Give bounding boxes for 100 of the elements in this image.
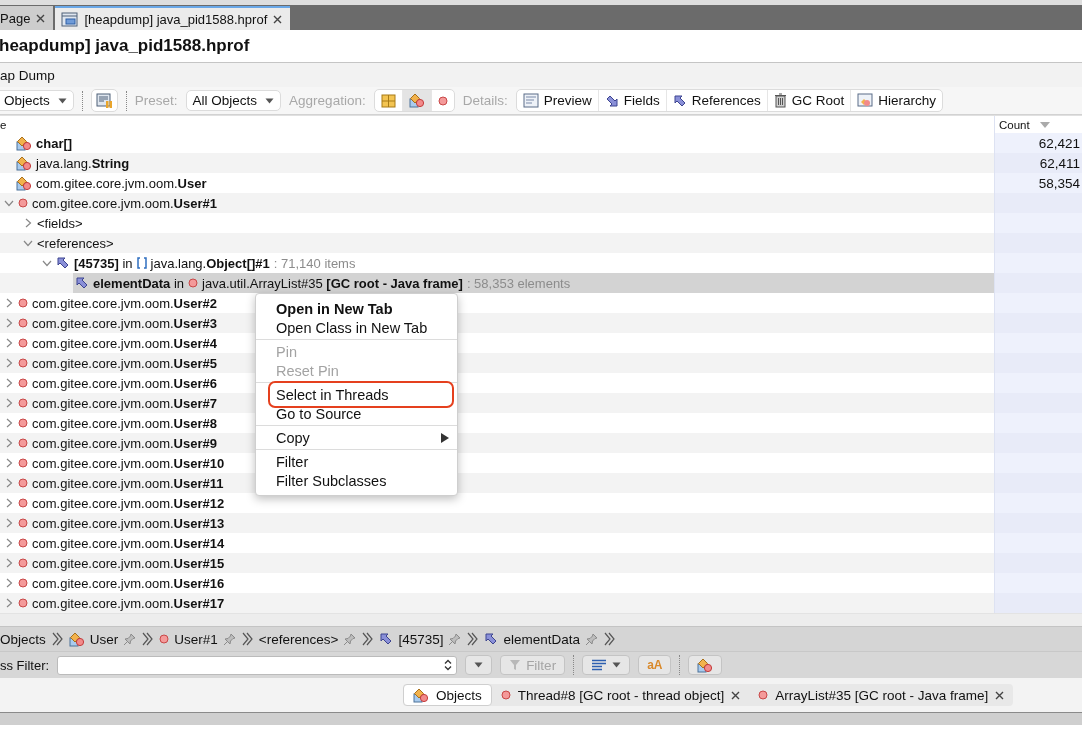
tree-row[interactable]: com.gitee.core.jvm.oom.User#15 [16, 553, 225, 573]
menu-item[interactable]: Filter [256, 452, 457, 471]
tree-row[interactable]: com.gitee.core.jvm.oom.User#3 [16, 313, 217, 333]
result-tab[interactable]: Objects [403, 684, 492, 706]
tree-row[interactable]: com.gitee.core.jvm.oom.User#2 [16, 293, 217, 313]
arrow-icon [604, 93, 619, 108]
chevron-down-icon[interactable] [42, 259, 52, 267]
pin-icon[interactable] [222, 632, 236, 646]
chevron-right-icon[interactable] [5, 398, 13, 408]
document-icon [522, 93, 539, 108]
tree-row[interactable]: java.lang.String [14, 153, 130, 173]
tree-row[interactable]: com.gitee.core.jvm.oom.User#10 [16, 453, 225, 473]
tree-row[interactable]: com.gitee.core.jvm.oom.User#11 [16, 473, 224, 493]
editor-tab[interactable]: Page [0, 6, 54, 30]
shapes-icon [16, 155, 32, 171]
details-toggle[interactable]: GC Root [767, 90, 852, 111]
chevron-right-icon[interactable] [5, 338, 13, 348]
tree-row[interactable]: com.gitee.core.jvm.oom.User#7 [16, 393, 217, 413]
tree-row[interactable]: com.gitee.core.jvm.oom.User#12 [16, 493, 225, 513]
chevron-right-icon[interactable] [5, 578, 13, 588]
tree-row[interactable]: com.gitee.core.jvm.oom.User#8 [16, 413, 217, 433]
breadcrumb-item[interactable]: [45735] [379, 631, 444, 647]
breadcrumb-item[interactable]: <references> [258, 631, 339, 647]
chevron-down-icon[interactable] [4, 199, 14, 207]
details-toggle[interactable]: Hierarchy [851, 90, 943, 111]
chevron-right-icon[interactable] [24, 218, 32, 228]
view-dropdown[interactable]: Objects [0, 90, 74, 111]
column-header[interactable]: Count [999, 118, 1030, 131]
instance-name: com.gitee.core.jvm.oom.User#17 [32, 595, 225, 611]
tree-row[interactable]: com.gitee.core.jvm.oom.User [14, 173, 207, 193]
breadcrumb-item[interactable]: elementData [484, 631, 580, 647]
preset-dropdown[interactable]: All Objects [185, 90, 282, 111]
breadcrumb-item[interactable]: User#1 [159, 631, 218, 647]
chevron-down-icon[interactable] [23, 239, 33, 247]
dot-icon [18, 438, 28, 448]
close-icon[interactable] [273, 14, 283, 24]
menu-item[interactable]: Go to Source [256, 404, 457, 423]
chevron-right-icon[interactable] [5, 298, 13, 308]
breadcrumb-item[interactable]: Objects [0, 631, 46, 647]
tree-row[interactable]: elementData in java.util.ArrayList#35 [GC root - Java frame] : 58,353 elements [73, 273, 994, 293]
sort-icon[interactable] [1039, 121, 1050, 128]
menu-item[interactable]: Copy [256, 428, 457, 447]
result-tab[interactable]: ArrayList#35 [GC root - Java frame] [749, 684, 1014, 706]
close-icon[interactable] [995, 690, 1005, 700]
chevron-right-icon[interactable] [5, 438, 13, 448]
class-filter-button[interactable] [688, 655, 723, 675]
tree-row[interactable]: com.gitee.core.jvm.oom.User#16 [16, 573, 225, 593]
tree-row[interactable]: [45735] in java.lang.Object[]#1 : 71,140 items [54, 253, 356, 273]
window-icon [61, 11, 79, 27]
breadcrumb-item[interactable]: User [68, 631, 119, 647]
tree-row[interactable]: com.gitee.core.jvm.oom.User#1 [16, 193, 217, 213]
pin-icon[interactable] [448, 632, 462, 646]
count-cell: 62,411 [994, 153, 1082, 173]
tree-row[interactable]: com.gitee.core.jvm.oom.User#14 [16, 533, 225, 553]
details-toggle[interactable]: Fields [598, 90, 667, 111]
heap-button[interactable] [90, 89, 118, 112]
arrow-icon [672, 93, 687, 108]
tree-row[interactable]: com.gitee.core.jvm.oom.User#4 [16, 333, 217, 353]
editor-tab[interactable]: [heapdump] java_pid1588.hprof [55, 6, 291, 30]
menu-item[interactable]: Filter Subclasses [256, 471, 457, 490]
chevron-right-icon[interactable] [5, 418, 13, 428]
column-header[interactable]: e [0, 118, 7, 131]
chevron-right-icon[interactable] [5, 518, 13, 528]
filter-field[interactable] [57, 655, 458, 675]
pin-icon[interactable] [123, 632, 137, 646]
tree-row[interactable]: <references> [35, 233, 114, 253]
tree-row[interactable]: com.gitee.core.jvm.oom.User#9 [16, 433, 217, 453]
menu-item[interactable]: Open in New Tab [256, 299, 457, 318]
chevron-right-icon[interactable] [5, 598, 13, 608]
details-toggle[interactable]: Preview [516, 90, 599, 111]
close-icon[interactable] [731, 690, 741, 700]
instance-name: com.gitee.core.jvm.oom.User#10 [32, 455, 225, 471]
tree-row[interactable]: com.gitee.core.jvm.oom.User#5 [16, 353, 217, 373]
close-icon[interactable] [36, 13, 46, 23]
chevron-right-icon[interactable] [5, 458, 13, 468]
history-dropdown[interactable] [465, 655, 493, 675]
columns-dropdown[interactable] [582, 655, 631, 675]
tree-row[interactable]: com.gitee.core.jvm.oom.User#6 [16, 373, 217, 393]
instance-name: com.gitee.core.jvm.oom.User#7 [32, 395, 217, 411]
result-tab[interactable]: Thread#8 [GC root - thread object] [491, 684, 750, 706]
details-toggle[interactable]: References [666, 90, 768, 111]
shapes-icon [68, 631, 85, 647]
tree-row[interactable]: char[] [14, 133, 73, 153]
tree-row[interactable]: com.gitee.core.jvm.oom.User#17 [16, 593, 225, 613]
chevron-right-icon[interactable] [5, 318, 13, 328]
chevron-right-icon[interactable] [5, 378, 13, 388]
chevron-right-icon[interactable] [5, 498, 13, 508]
pin-icon[interactable] [585, 632, 598, 646]
chevron-right-icon[interactable] [5, 558, 13, 568]
count-cell: 62,421 [994, 133, 1082, 153]
tree-row[interactable]: <fields> [35, 213, 83, 233]
tree-row[interactable]: com.gitee.core.jvm.oom.User#13 [16, 513, 225, 533]
chevron-right-icon[interactable] [5, 478, 13, 488]
pin-icon[interactable] [343, 632, 357, 646]
chevron-right-icon[interactable] [5, 538, 13, 548]
menu-item[interactable]: Open Class in New Tab [256, 318, 457, 337]
chevron-right-icon[interactable] [5, 358, 13, 368]
aggregation-toggle[interactable] [402, 90, 432, 111]
shapes-icon [16, 135, 32, 151]
chevron-icon [141, 632, 155, 646]
